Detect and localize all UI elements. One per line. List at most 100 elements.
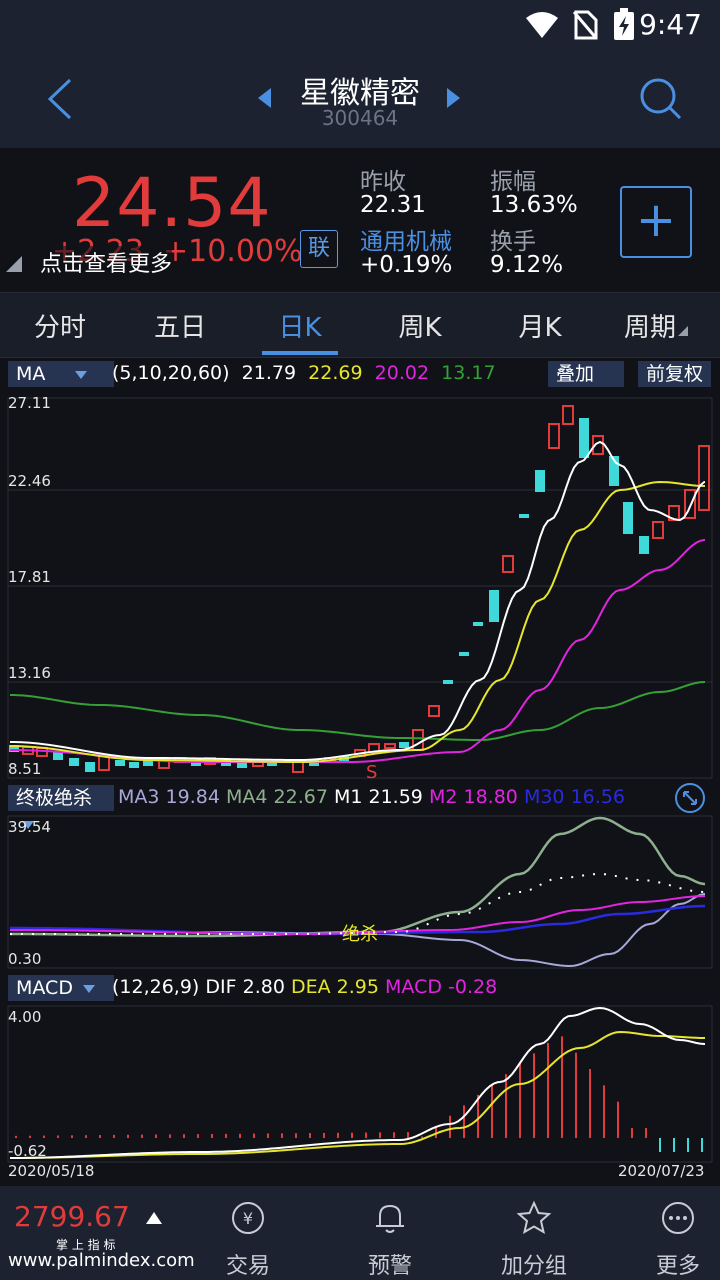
zjjs-selector-label: 终极绝杀 — [16, 787, 93, 809]
candle — [579, 418, 589, 458]
kill-signal-mark: 绝杀 — [342, 924, 378, 945]
view-more-tip[interactable]: 点击查看更多 — [40, 246, 173, 278]
end-date: 2020/07/23 — [618, 1162, 704, 1180]
m30-value: 16.56 — [570, 786, 625, 808]
yen-cycle-icon: ¥ — [232, 1202, 264, 1234]
ma-readout: (5,10,20,60) 21.79 22.69 20.02 13.17 — [112, 362, 496, 384]
corner-triangle-icon — [6, 256, 22, 272]
stock-code: 300464 — [321, 106, 399, 130]
sell-signal-mark: S — [366, 762, 377, 780]
candle — [428, 705, 440, 717]
ma-indicator-bar: MA (5,10,20,60) 21.79 22.69 20.02 13.17 … — [0, 358, 720, 390]
expand-icon[interactable] — [674, 782, 706, 814]
candle — [399, 742, 409, 748]
index-value[interactable]: 2799.67 — [14, 1200, 130, 1233]
macd-frame — [7, 1005, 713, 1163]
zjjs-chart[interactable]: 绝杀 39.54 0.30 — [0, 814, 720, 970]
svg-text:¥: ¥ — [243, 1209, 253, 1228]
tab-daily-k[interactable]: 日K — [240, 307, 360, 344]
candle — [623, 502, 633, 534]
overlay-button[interactable]: 叠加 — [548, 361, 624, 387]
candle — [489, 590, 499, 622]
macd-selector[interactable]: MACD — [8, 975, 114, 1001]
prev-close-value: 22.31 — [360, 192, 426, 218]
dea-label: DEA — [290, 976, 331, 998]
ma-selector[interactable]: MA — [8, 361, 114, 387]
candle — [443, 680, 453, 684]
macd-value: -0.28 — [448, 976, 498, 998]
nav-alert[interactable]: 预警 — [318, 1186, 462, 1280]
kline-axis-label: 17.81 — [8, 568, 51, 586]
candle — [502, 555, 514, 573]
tab-period[interactable]: 周期 — [596, 307, 716, 344]
kline-axis-min: 8.51 — [8, 760, 41, 778]
turnover-value: 9.12% — [490, 252, 564, 278]
candle — [412, 729, 424, 751]
quote-panel[interactable]: 24.54 +2.23 +10.00% 点击查看更多 联 昨收 22.31 通用… — [0, 148, 720, 292]
ma4-line — [9, 816, 706, 938]
candle — [698, 445, 710, 511]
no-sim-icon — [572, 10, 598, 40]
ma4-value: 22.67 — [273, 786, 328, 808]
ma3-value: 19.84 — [165, 786, 220, 808]
zjjs-axis-min: 0.30 — [8, 950, 41, 968]
start-date: 2020/05/18 — [8, 1162, 94, 1180]
ma10-value: 22.69 — [308, 362, 363, 384]
candle — [69, 758, 79, 766]
nav-add-group[interactable]: 加分组 — [462, 1186, 606, 1280]
sector-change: +0.19% — [360, 252, 453, 278]
tab-intraday[interactable]: 分时 — [0, 307, 120, 344]
next-stock-icon[interactable] — [446, 88, 460, 108]
ma3-label: MA3 — [118, 786, 160, 808]
dea-line — [9, 1030, 706, 1159]
macd-axis-max: 4.00 — [8, 1008, 41, 1026]
sector-name[interactable]: 通用机械 — [360, 222, 452, 256]
tab-monthly-k[interactable]: 月K — [480, 307, 600, 344]
nav-trade[interactable]: ¥ 交易 — [176, 1186, 320, 1280]
candle — [562, 405, 574, 425]
ma-selector-label: MA — [16, 363, 46, 385]
ma20-line — [9, 539, 706, 763]
m1-value: 21.59 — [368, 786, 423, 808]
ma60-value: 13.17 — [441, 362, 496, 384]
macd-label: MACD — [385, 976, 442, 998]
candle — [384, 743, 396, 749]
dif-value: 2.80 — [242, 976, 285, 998]
last-price: 24.54 — [72, 164, 272, 243]
candle — [548, 423, 560, 449]
ma20-value: 20.02 — [374, 362, 430, 384]
m30-label: M30 — [523, 786, 565, 808]
macd-params: (12,26,9) — [112, 976, 200, 998]
nav-more-label: 更多 — [655, 1254, 700, 1279]
add-watchlist-button[interactable]: + — [620, 186, 692, 258]
adjust-button[interactable]: 前复权 — [638, 361, 712, 387]
kline-axis-max: 27.11 — [8, 394, 51, 412]
dea-value: 2.95 — [336, 976, 379, 998]
tab-five-day[interactable]: 五日 — [120, 307, 240, 344]
related-button[interactable]: 联 — [300, 230, 338, 268]
nav-add-group-label: 加分组 — [500, 1254, 567, 1279]
candle — [519, 514, 529, 518]
tab-period-label: 周期 — [623, 313, 676, 343]
tab-weekly-k[interactable]: 周K — [360, 307, 480, 344]
triangle-up-icon — [146, 1212, 162, 1224]
kline-frame — [7, 397, 713, 779]
overlay-label: 叠加 — [556, 363, 595, 385]
candle — [129, 762, 139, 768]
macd-chart[interactable]: 4.00 -0.62 2020/05/18 2020/07/23 — [0, 1004, 720, 1182]
zjjs-readout: MA3 19.84 MA4 22.67 M1 21.59 M2 18.80 M3… — [118, 786, 625, 808]
turnover-label: 换手 — [490, 229, 536, 255]
candle — [53, 752, 63, 760]
search-icon[interactable] — [638, 76, 682, 120]
zjjs-selector[interactable]: 终极绝杀 — [8, 785, 114, 829]
ma10-line — [9, 480, 706, 764]
nav-more[interactable]: 更多 — [606, 1186, 720, 1280]
candle — [473, 622, 483, 626]
kline-chart[interactable]: S 27.11 22.46 17.81 13.16 8.51 — [0, 390, 720, 780]
clock: 9:47 — [639, 8, 702, 41]
macd-readout: (12,26,9) DIF 2.80 DEA 2.95 MACD -0.28 — [112, 976, 497, 998]
chevron-down-icon — [75, 370, 88, 379]
chevron-down-icon — [82, 984, 95, 993]
status-bar: 9:47 — [0, 0, 720, 50]
candle — [459, 652, 469, 656]
